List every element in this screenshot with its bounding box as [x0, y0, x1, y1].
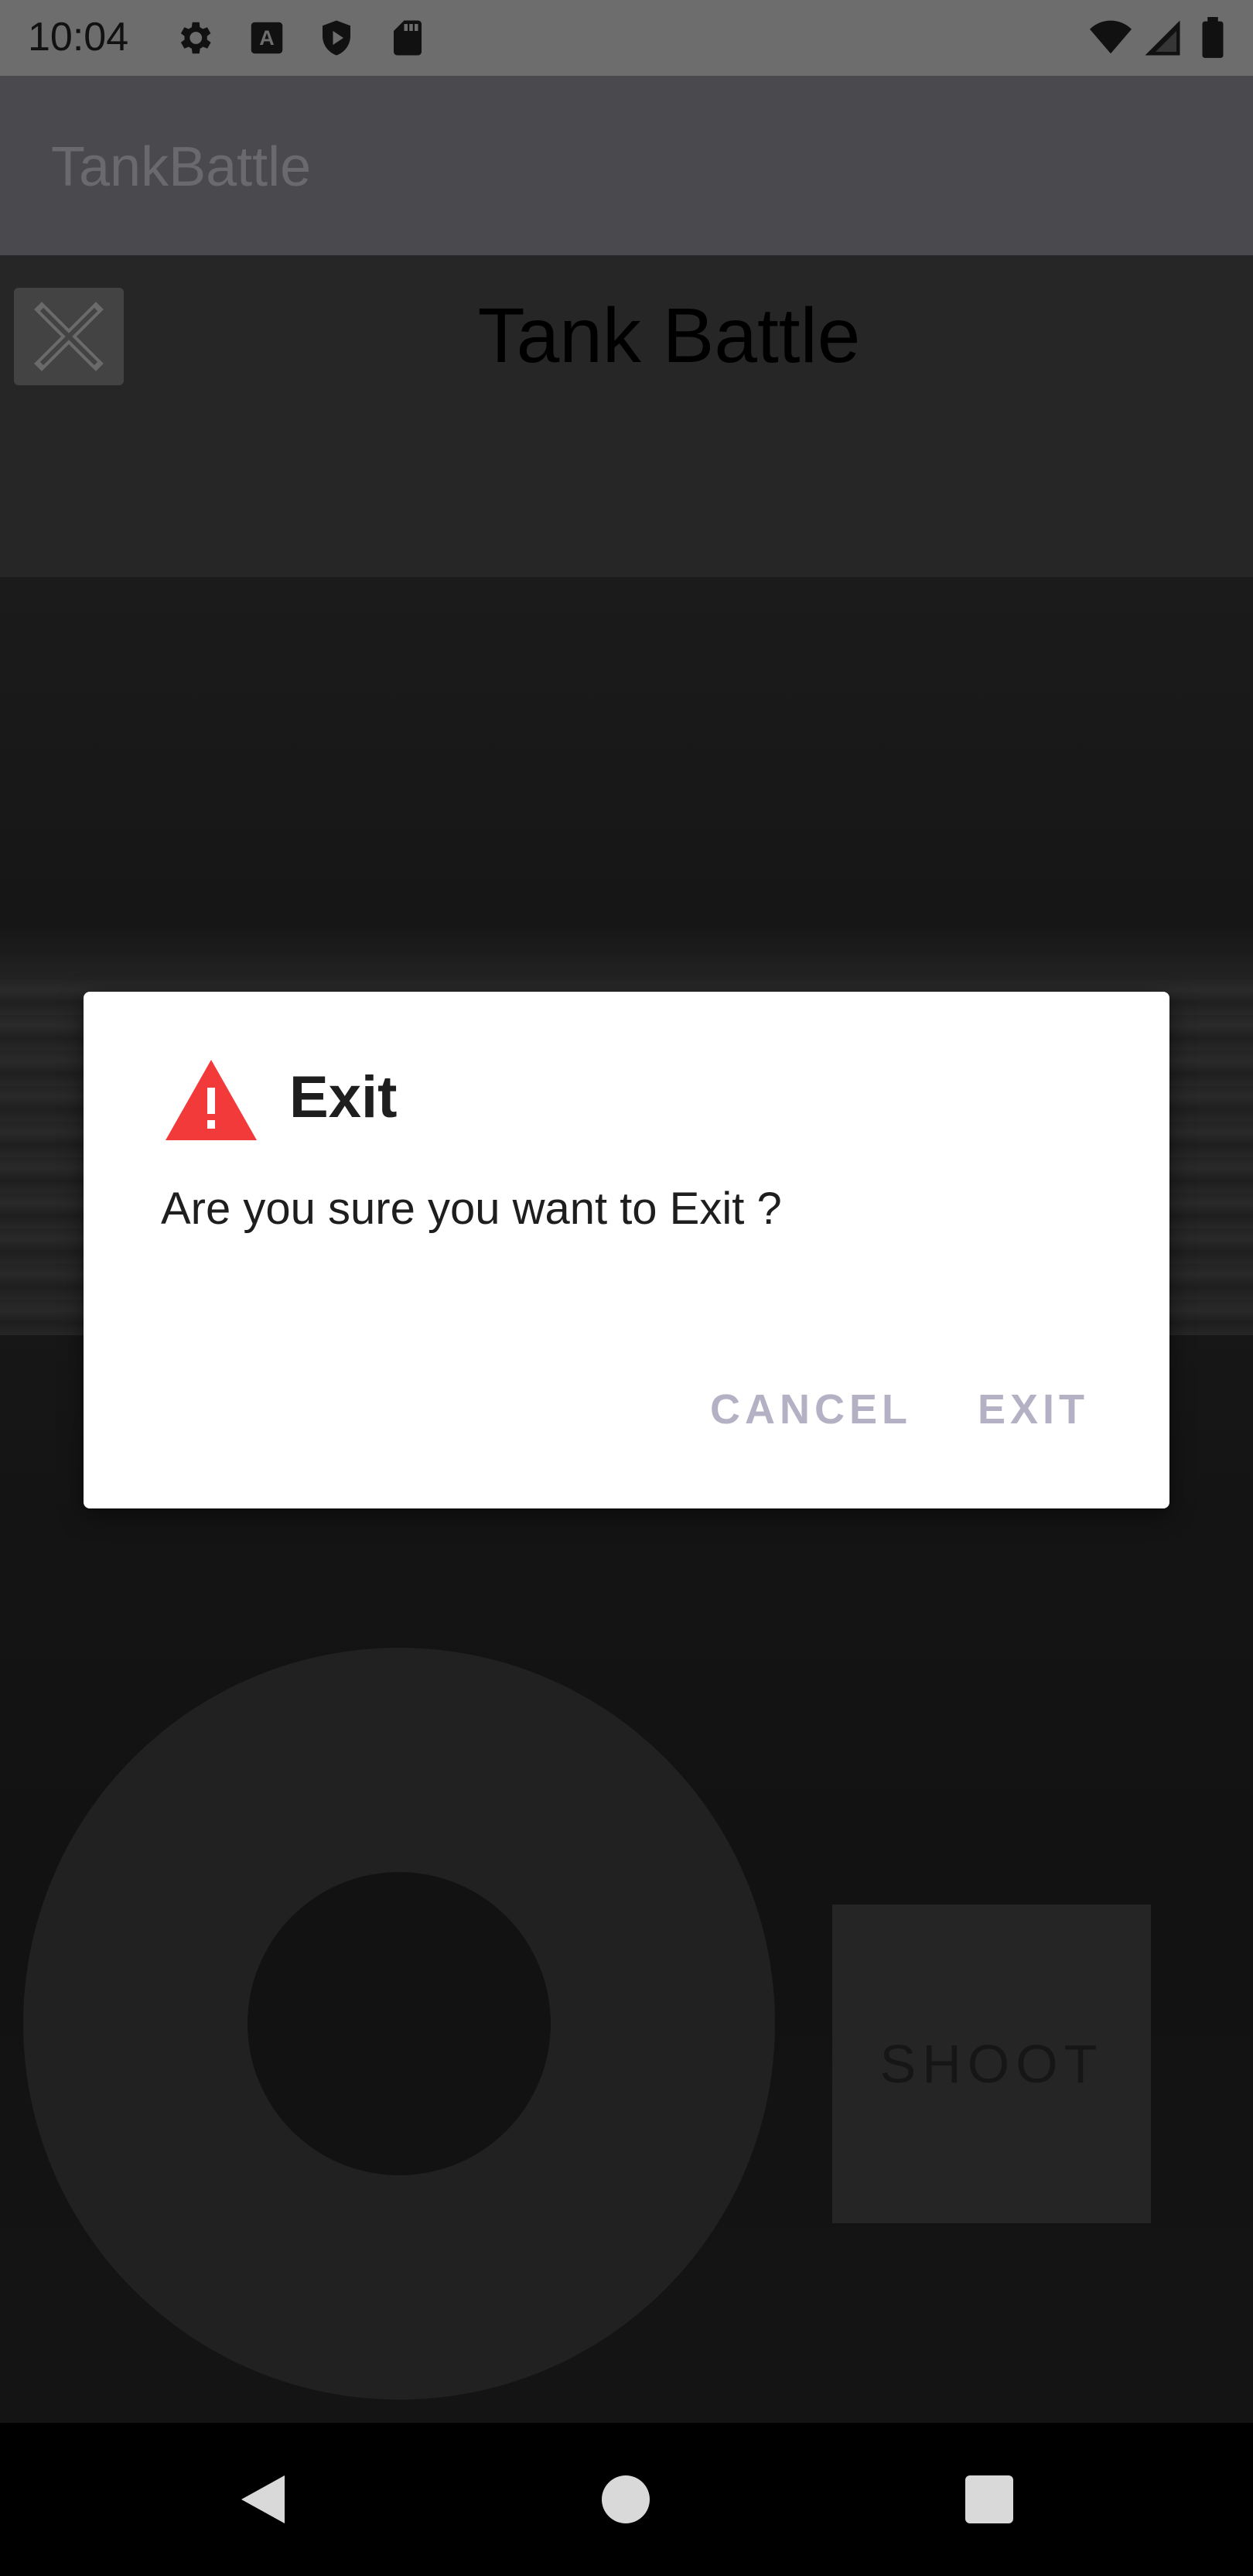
- exit-dialog: Exit Are you sure you want to Exit ? CAN…: [84, 992, 1169, 1508]
- shoot-button[interactable]: SHOOT: [832, 1905, 1151, 2223]
- signal-icon: [1142, 17, 1183, 59]
- warning-icon: [162, 1057, 260, 1143]
- dialog-message: Are you sure you want to Exit ?: [161, 1184, 782, 1234]
- gear-icon: [173, 17, 215, 59]
- game-header: Tank Battle: [0, 255, 1253, 577]
- back-icon[interactable]: [237, 2472, 291, 2526]
- shoot-label: SHOOT: [879, 2034, 1104, 2094]
- home-icon[interactable]: [599, 2472, 653, 2526]
- screen: 10:04 A TankBattle Tank Battle SHOOT Exi…: [0, 0, 1253, 2576]
- joystick-knob[interactable]: [248, 1872, 551, 2175]
- exit-button[interactable]: EXIT: [978, 1379, 1089, 1440]
- game-title: Tank Battle: [477, 292, 861, 379]
- cancel-button[interactable]: CANCEL: [710, 1379, 912, 1440]
- status-time: 10:04: [28, 15, 129, 60]
- battery-icon: [1197, 17, 1228, 59]
- status-bar: 10:04 A: [0, 0, 1253, 76]
- joystick[interactable]: [23, 1648, 775, 2400]
- navigation-bar: [0, 2423, 1253, 2576]
- shield-play-icon: [316, 17, 357, 59]
- dialog-title: Exit: [289, 1064, 398, 1130]
- wifi-icon: [1087, 17, 1134, 59]
- app-title: TankBattle: [51, 136, 312, 198]
- app-bar: TankBattle: [0, 76, 1253, 255]
- text-a-icon: A: [246, 17, 288, 59]
- svg-text:A: A: [259, 26, 275, 50]
- sd-card-icon: [387, 17, 428, 59]
- recents-icon[interactable]: [962, 2472, 1016, 2526]
